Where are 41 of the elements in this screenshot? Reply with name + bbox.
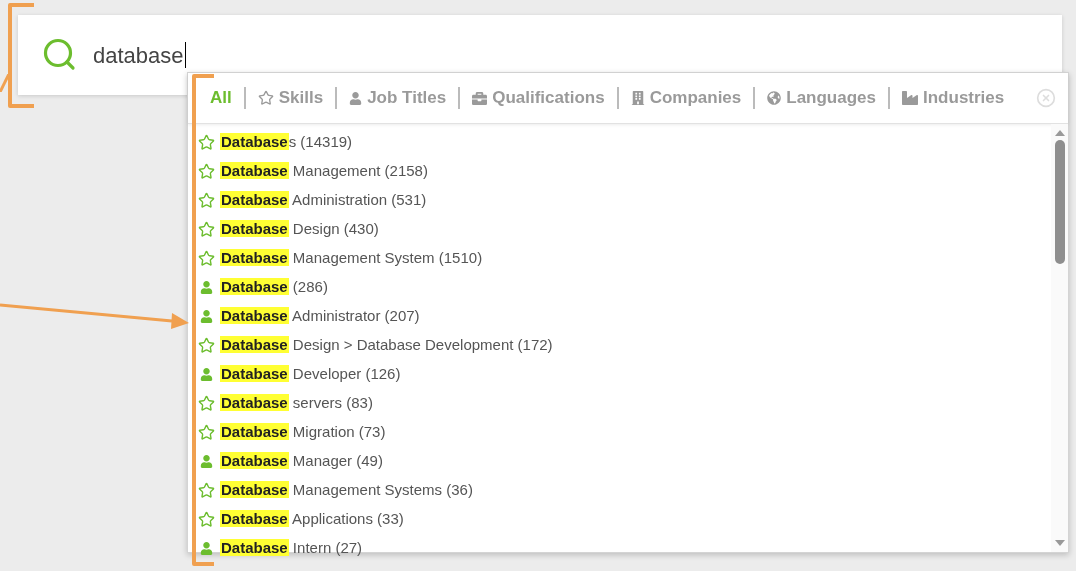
briefcase-icon (472, 90, 488, 106)
star-icon (198, 250, 215, 267)
suggestion-item[interactable]: Database Applications (33) (198, 505, 1051, 534)
scroll-down-icon[interactable] (1054, 540, 1065, 546)
suggestion-item[interactable]: Database (286) (198, 273, 1051, 302)
person-icon (200, 368, 213, 381)
star-icon (198, 395, 215, 412)
suggestion-item[interactable]: Database Administration (531) (198, 186, 1051, 215)
suggestion-item[interactable]: Database Design (430) (198, 215, 1051, 244)
building-icon (630, 91, 645, 105)
suggestion-item[interactable]: Database Intern (27) (198, 534, 1051, 563)
star-icon (198, 192, 215, 209)
person-icon (200, 542, 213, 555)
suggestion-item[interactable]: Database servers (83) (198, 389, 1051, 418)
suggestion-item[interactable]: Database Design > Database Development (172) (198, 331, 1051, 360)
person-icon (349, 91, 363, 105)
star-icon (198, 337, 215, 354)
scrollbar-thumb[interactable] (1054, 140, 1065, 264)
suggestion-item[interactable]: Database Management Systems (36) (198, 476, 1051, 505)
close-icon[interactable] (1036, 88, 1056, 108)
suggestion-item[interactable]: Databases (14319) (198, 128, 1051, 157)
scroll-up-icon[interactable] (1054, 130, 1065, 136)
star-icon (198, 134, 215, 151)
suggestion-item[interactable]: Database Management System (1510) (198, 244, 1051, 273)
globe-icon (767, 91, 782, 105)
star-icon (198, 163, 215, 180)
star-icon (198, 221, 215, 238)
star-icon (198, 511, 215, 528)
person-icon (200, 281, 213, 294)
person-icon (200, 455, 213, 468)
star-icon (257, 90, 274, 106)
person-icon (200, 310, 213, 323)
factory-icon (902, 90, 918, 106)
suggestion-item[interactable]: Database Manager (49) (198, 447, 1051, 476)
star-icon (198, 424, 215, 441)
search-field[interactable]: database (93, 38, 187, 72)
suggestion-item[interactable]: Database Migration (73) (198, 418, 1051, 447)
star-icon (198, 482, 215, 499)
suggestion-item[interactable]: Database Administrator (207) (198, 302, 1051, 331)
suggestion-item[interactable]: Database Developer (126) (198, 360, 1051, 389)
suggestion-item[interactable]: Database Management (2158) (198, 157, 1051, 186)
